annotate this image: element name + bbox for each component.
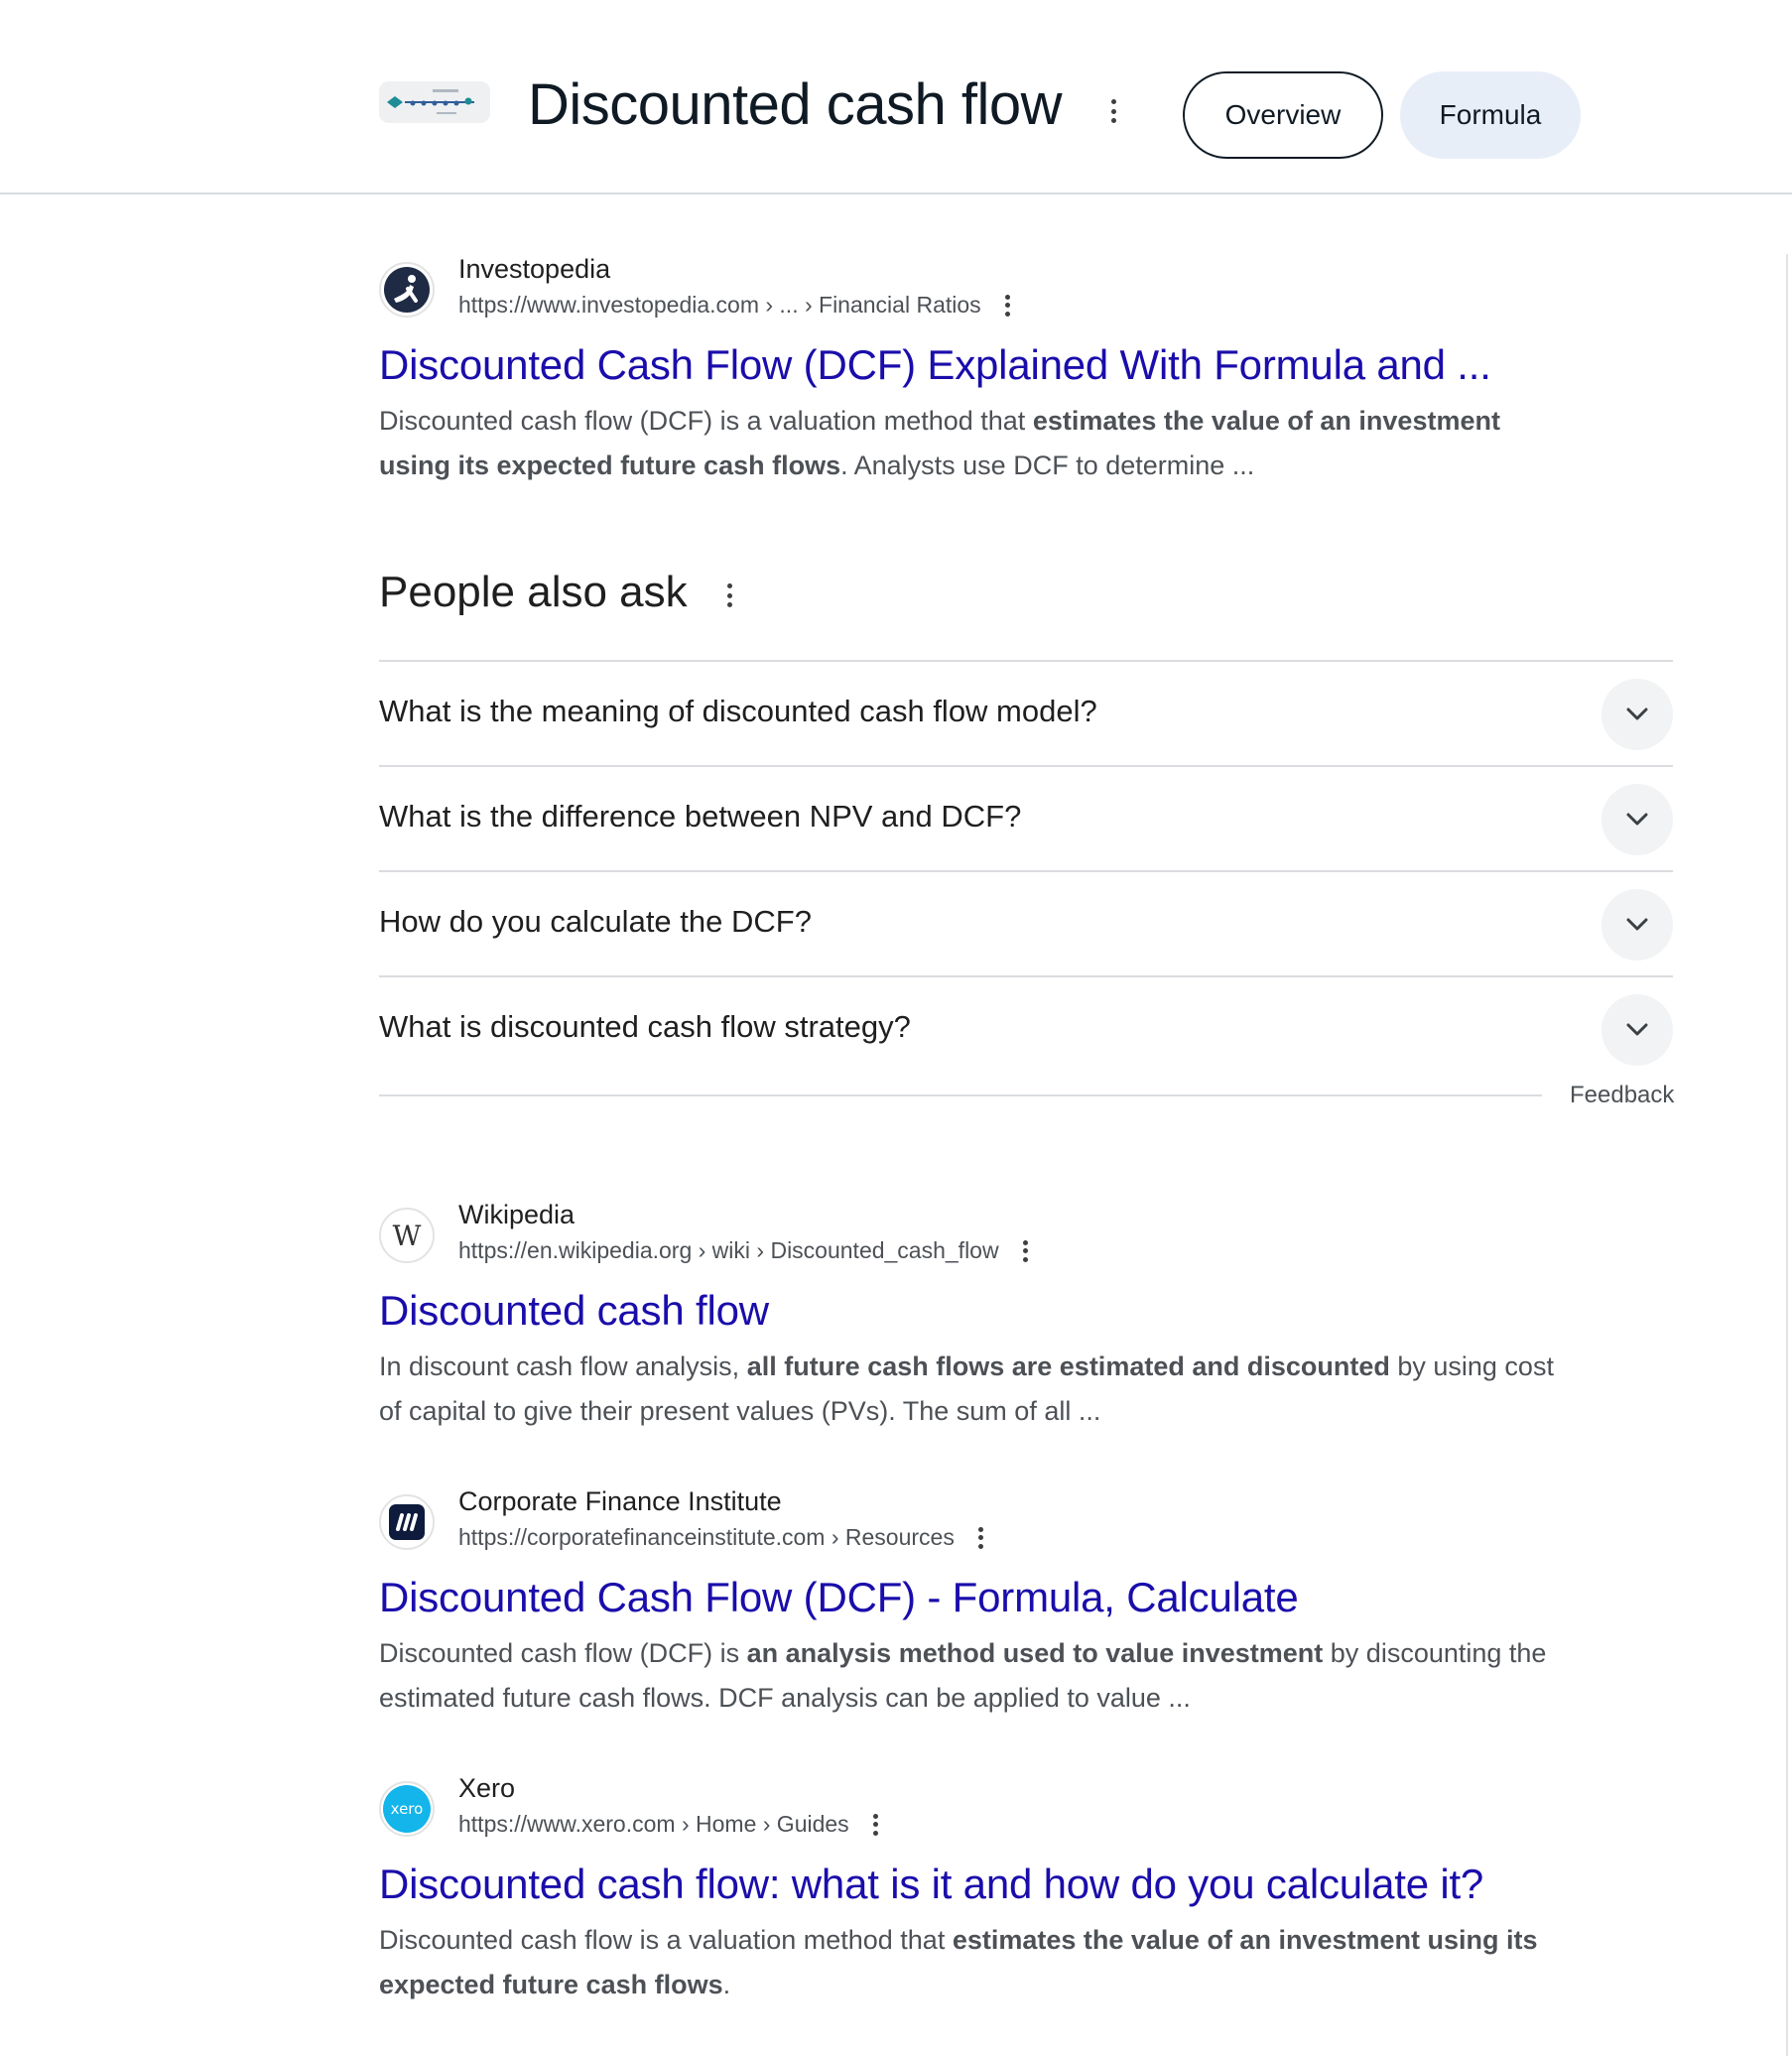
result-snippet: Discounted cash flow is a valuation meth… <box>379 1918 1560 2007</box>
result-snippet: Discounted cash flow (DCF) is an analysi… <box>379 1631 1560 1721</box>
result-url-text: https://www.xero.com › Home › Guides <box>458 1811 849 1837</box>
paa-question: What is the meaning of discounted cash f… <box>379 694 1097 728</box>
result-site-name: Investopedia <box>458 254 611 284</box>
snippet-text: In discount cash flow analysis, <box>379 1351 747 1381</box>
paa-more-options-icon[interactable] <box>724 583 734 607</box>
result-site-name: Xero <box>458 1773 516 1803</box>
result-url[interactable]: https://www.investopedia.com › ... › Fin… <box>458 292 1013 319</box>
cfi-favicon-icon <box>379 1494 435 1550</box>
paa-question-item[interactable]: How do you calculate the DCF? <box>379 872 1673 977</box>
xero-logo-text: xero <box>390 1800 424 1818</box>
result-url[interactable]: https://en.wikipedia.org › wiki › Discou… <box>458 1237 1031 1264</box>
tab-formula[interactable]: Formula <box>1400 71 1581 159</box>
chevron-down-icon[interactable] <box>1601 679 1673 750</box>
result-title-link[interactable]: Discounted cash flow: what is it and how… <box>379 1861 1609 1908</box>
result-more-icon[interactable] <box>1021 1239 1031 1262</box>
snippet-text: . Analysts use DCF to determine ... <box>840 450 1255 480</box>
wikipedia-favicon-icon: W <box>379 1208 435 1263</box>
tab-overview[interactable]: Overview <box>1183 71 1383 159</box>
result-source[interactable]: xero Xero https://www.xero.com › Home › … <box>379 1773 1609 1847</box>
result-url-text: https://en.wikipedia.org › wiki › Discou… <box>458 1237 999 1263</box>
snippet-highlight: all future cash flows are estimated and … <box>746 1351 1390 1381</box>
snippet-text: . <box>722 1970 731 1999</box>
investopedia-favicon-icon <box>379 262 435 318</box>
result-more-icon[interactable] <box>871 1813 881 1836</box>
page-title: Discounted cash flow <box>528 72 1063 137</box>
result-snippet: Discounted cash flow (DCF) is a valuatio… <box>379 399 1560 488</box>
result-site-name: Corporate Finance Institute <box>458 1486 782 1516</box>
result-url[interactable]: https://www.xero.com › Home › Guides <box>458 1811 881 1838</box>
paa-question-item[interactable]: What is the meaning of discounted cash f… <box>379 662 1673 767</box>
people-also-ask-heading: People also ask <box>379 568 688 616</box>
scrollbar-track[interactable] <box>1786 254 1788 2056</box>
search-header: Discounted cash flow Overview Formula <box>0 0 1792 194</box>
paa-question-item[interactable]: What is discounted cash flow strategy? <box>379 977 1673 1083</box>
more-options-icon[interactable] <box>1107 99 1119 123</box>
chevron-down-icon[interactable] <box>1601 994 1673 1066</box>
feedback-link[interactable]: Feedback <box>1570 1082 1674 1109</box>
result-title-link[interactable]: Discounted Cash Flow (DCF) Explained Wit… <box>379 341 1609 389</box>
result-more-icon[interactable] <box>1003 294 1013 317</box>
xero-favicon-icon: xero <box>379 1781 435 1837</box>
snippet-highlight: an analysis method used to value investm… <box>746 1638 1324 1668</box>
chevron-down-icon[interactable] <box>1601 889 1673 961</box>
topic-thumbnail[interactable] <box>379 81 490 123</box>
paa-question: What is discounted cash flow strategy? <box>379 1009 911 1044</box>
snippet-text: Discounted cash flow (DCF) is <box>379 1638 747 1668</box>
divider <box>379 1094 1542 1096</box>
result-source[interactable]: Corporate Finance Institute https://corp… <box>379 1486 1609 1560</box>
search-result: Corporate Finance Institute https://corp… <box>379 1486 1609 1721</box>
snippet-text: Discounted cash flow is a valuation meth… <box>379 1925 953 1955</box>
wikipedia-logo-glyph: W <box>392 1219 422 1252</box>
people-also-ask-list: What is the meaning of discounted cash f… <box>379 660 1673 1083</box>
paa-question-item[interactable]: What is the difference between NPV and D… <box>379 767 1673 872</box>
result-source[interactable]: Investopedia https://www.investopedia.co… <box>379 254 1609 327</box>
paa-question: What is the difference between NPV and D… <box>379 799 1022 834</box>
result-url[interactable]: https://corporatefinanceinstitute.com › … <box>458 1524 986 1551</box>
chevron-down-icon[interactable] <box>1601 784 1673 855</box>
result-snippet: In discount cash flow analysis, all futu… <box>379 1345 1560 1434</box>
search-result: xero Xero https://www.xero.com › Home › … <box>379 1773 1609 2007</box>
snippet-text: Discounted cash flow (DCF) is a valuatio… <box>379 406 1033 436</box>
result-site-name: Wikipedia <box>458 1200 576 1229</box>
search-result: Investopedia https://www.investopedia.co… <box>379 254 1609 488</box>
search-result: W Wikipedia https://en.wikipedia.org › w… <box>379 1200 1609 1434</box>
paa-question: How do you calculate the DCF? <box>379 904 812 939</box>
result-url-text: https://www.investopedia.com › ... › Fin… <box>458 292 981 318</box>
result-title-link[interactable]: Discounted cash flow <box>379 1287 1609 1335</box>
result-source[interactable]: W Wikipedia https://en.wikipedia.org › w… <box>379 1200 1609 1273</box>
result-more-icon[interactable] <box>976 1526 986 1549</box>
result-url-text: https://corporatefinanceinstitute.com › … <box>458 1524 955 1550</box>
result-title-link[interactable]: Discounted Cash Flow (DCF) - Formula, Ca… <box>379 1574 1609 1621</box>
